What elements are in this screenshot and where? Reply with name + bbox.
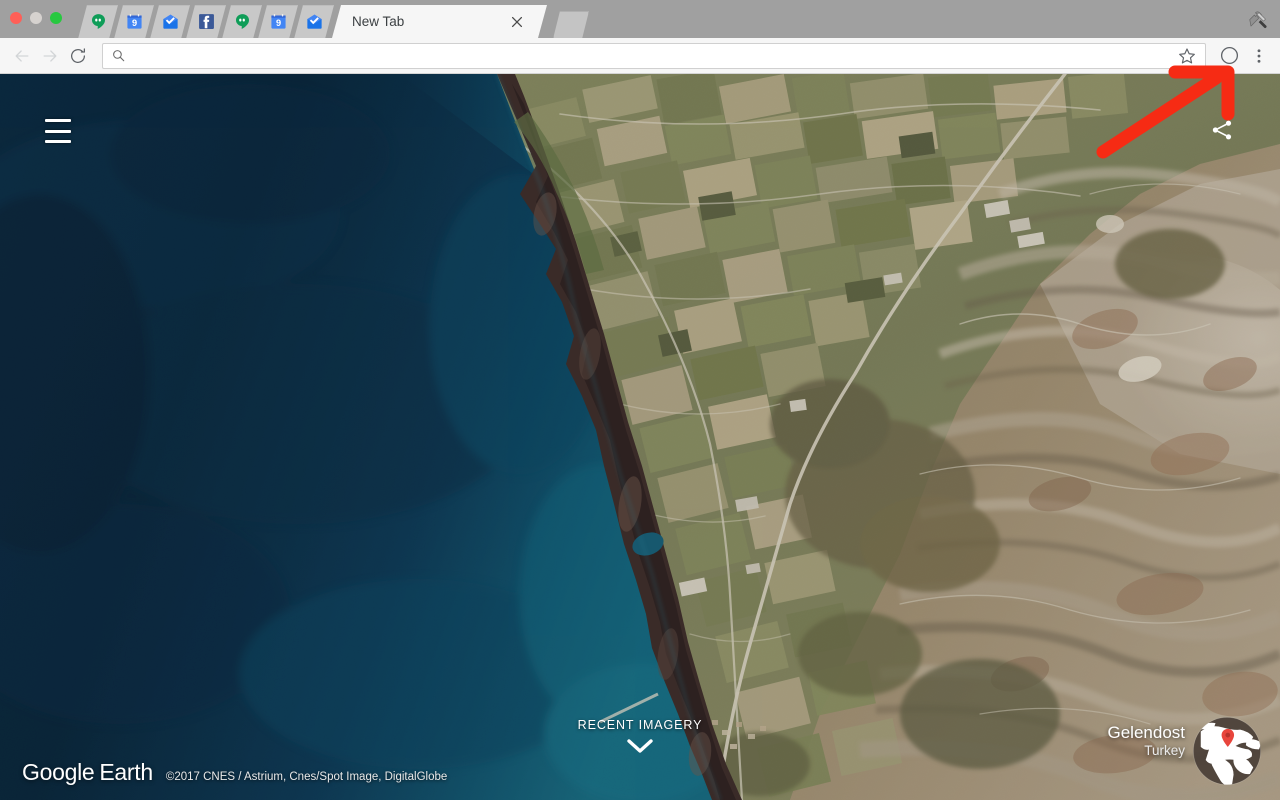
- logo-google: Google: [22, 759, 95, 785]
- logo-wordmark: Google Earth: [22, 759, 153, 786]
- title-bar: 9 9 New Tab: [0, 0, 1280, 38]
- imagery-copyright: ©2017 CNES / Astrium, Cnes/Spot Image, D…: [165, 771, 448, 783]
- close-window-button[interactable]: [10, 12, 22, 24]
- inbox-icon: [306, 14, 322, 29]
- recent-imagery-label[interactable]: RECENT IMAGERY: [578, 718, 703, 732]
- zoom-window-button[interactable]: [50, 12, 62, 24]
- calendar-icon: 9: [126, 13, 142, 29]
- tab-title: New Tab: [352, 14, 405, 29]
- hamburger-menu[interactable]: [45, 119, 71, 143]
- tab-hangouts-2[interactable]: [222, 5, 262, 38]
- chevron-down-icon[interactable]: [626, 738, 654, 755]
- search-icon: [113, 50, 125, 62]
- browser-toolbar: [0, 38, 1280, 74]
- facebook-icon: [198, 14, 214, 29]
- forward-button[interactable]: [36, 42, 64, 70]
- address-input[interactable]: [134, 48, 1177, 63]
- back-button[interactable]: [8, 42, 36, 70]
- hammer-wrench-icon[interactable]: [1248, 9, 1268, 29]
- hangouts-icon: [235, 14, 249, 29]
- tab-facebook[interactable]: [186, 5, 226, 38]
- svg-text:9: 9: [275, 18, 280, 28]
- satellite-imagery: [0, 74, 1280, 800]
- share-icon[interactable]: [1210, 118, 1234, 142]
- window-controls: [10, 12, 62, 24]
- map-viewport[interactable]: [0, 74, 1280, 800]
- tab-strip: 9 9 New Tab: [78, 5, 591, 38]
- toolbar-actions: [1212, 43, 1272, 69]
- hamburger-bar: [45, 140, 71, 143]
- reload-button[interactable]: [64, 42, 92, 70]
- three-dot-menu-icon[interactable]: [1246, 43, 1272, 69]
- logo-earth: Earth: [99, 759, 153, 785]
- address-bar[interactable]: [102, 42, 1206, 69]
- svg-text:9: 9: [131, 18, 136, 28]
- hamburger-bar: [45, 129, 71, 133]
- profile-avatar-icon[interactable]: [1216, 43, 1242, 69]
- tab-calendar-2[interactable]: 9: [258, 5, 298, 38]
- tab-inbox-2[interactable]: [294, 5, 334, 38]
- inbox-icon: [162, 14, 178, 29]
- hamburger-bar: [45, 119, 71, 122]
- minimize-window-button[interactable]: [30, 12, 42, 24]
- new-tab-button[interactable]: [549, 11, 591, 37]
- hangouts-icon: [91, 14, 105, 29]
- star-icon[interactable]: [1177, 46, 1197, 66]
- tab-hangouts-1[interactable]: [78, 5, 118, 38]
- tab-new-tab-active[interactable]: New Tab: [332, 5, 547, 38]
- calendar-icon: 9: [270, 13, 286, 29]
- tab-inbox-1[interactable]: [150, 5, 190, 38]
- google-earth-logo: Google Earth ©2017 CNES / Astrium, Cnes/S…: [22, 759, 447, 786]
- globe-thumbnail[interactable]: [1186, 710, 1268, 792]
- tab-calendar-1[interactable]: 9: [114, 5, 154, 38]
- browser-window: 9 9 New Tab RECENT IMAGERY Google Earth …: [0, 0, 1280, 800]
- close-icon[interactable]: [509, 14, 525, 30]
